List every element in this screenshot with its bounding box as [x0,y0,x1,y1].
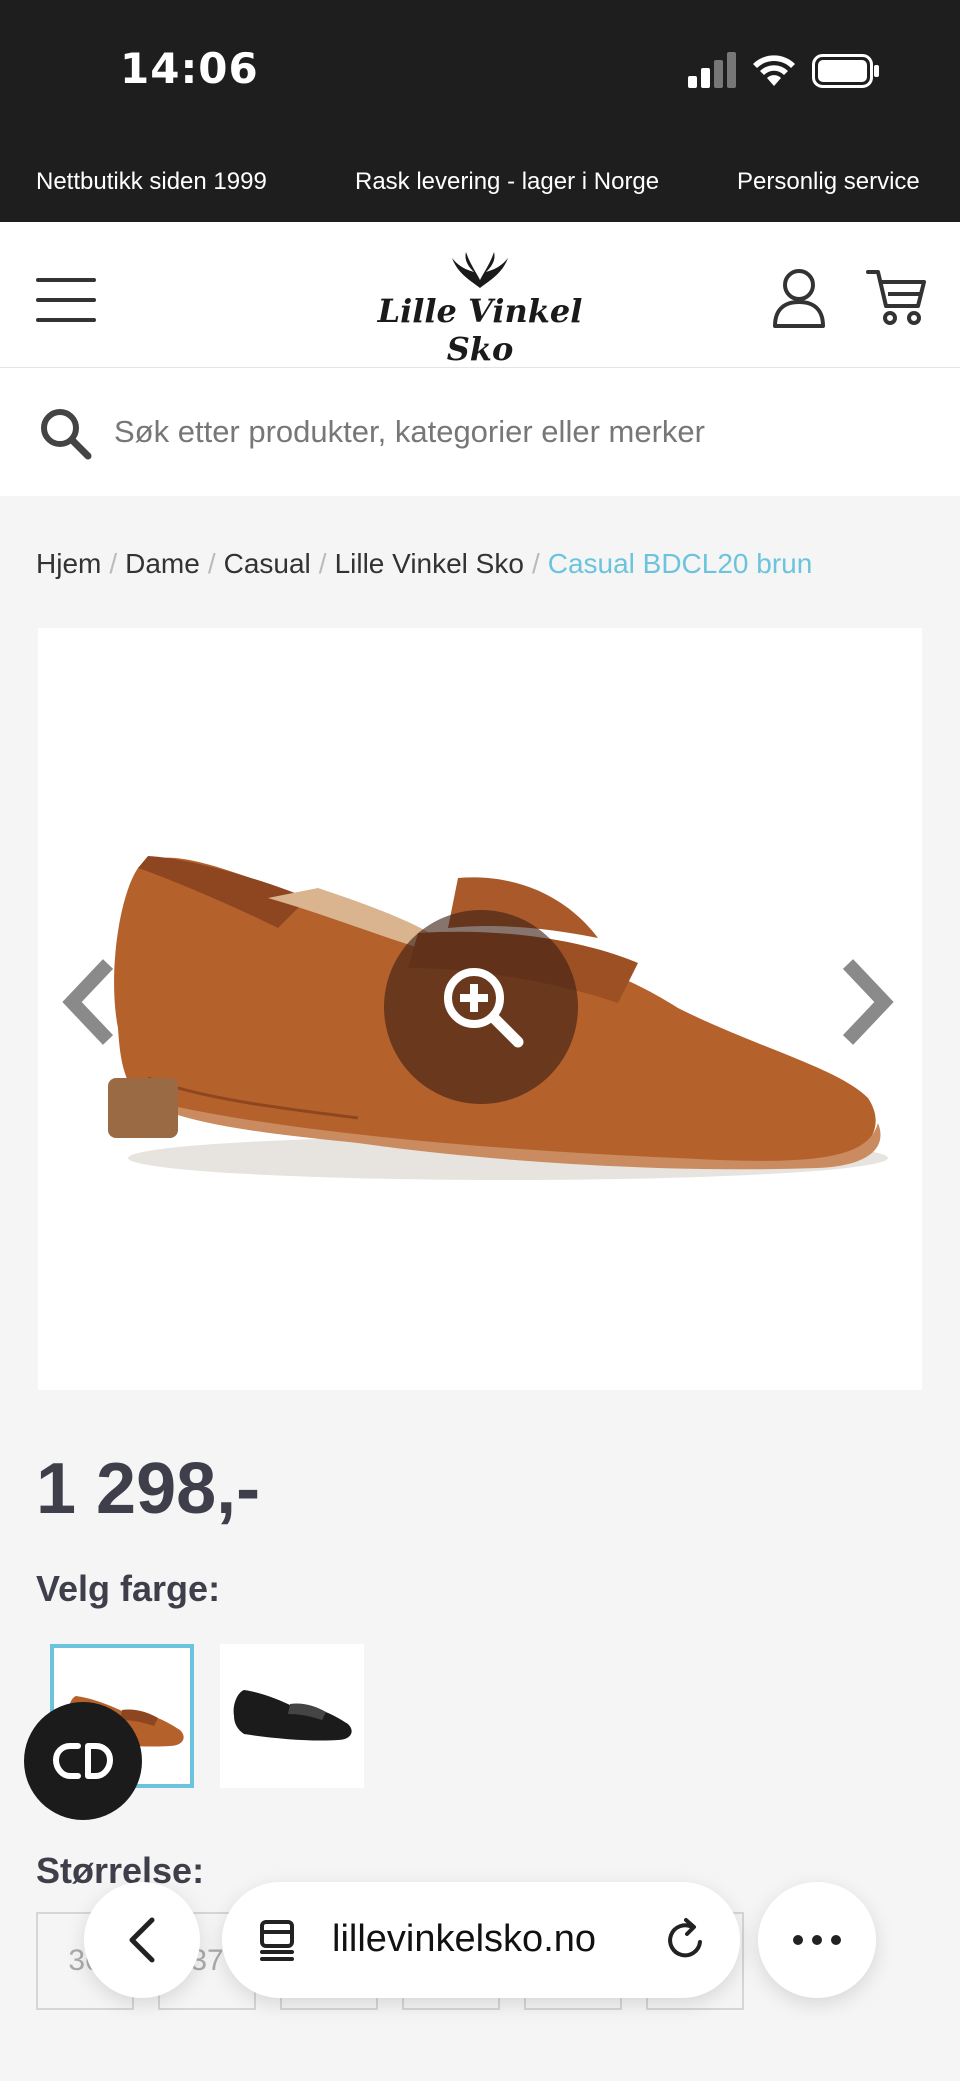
wifi-icon [753,55,795,86]
antler-logo-icon [452,252,508,288]
status-bar: 14:06 [0,0,960,140]
search-input[interactable] [114,402,934,462]
browser-back-button[interactable] [84,1882,200,1998]
color-label: Velg farge: [36,1568,221,1609]
promo-item: Rask levering - lager i Norge [355,168,660,195]
breadcrumb-link[interactable]: Casual [224,548,311,579]
reload-icon[interactable] [662,1916,710,1964]
address-bar[interactable]: lillevinkelsko.no [222,1882,740,1998]
back-icon [129,1917,155,1963]
breadcrumb-link[interactable]: Hjem [36,548,101,579]
site-logo[interactable]: Lille Vinkel Sko [350,250,610,368]
more-options-button[interactable] [758,1882,876,1998]
chat-button[interactable] [24,1702,142,1820]
search-bar [0,368,960,496]
cellular-signal-icon [688,52,736,88]
breadcrumb-link[interactable]: Lille Vinkel Sko [335,548,524,579]
product-price: 1 298,- [36,1449,261,1529]
arrow-right-icon[interactable] [836,958,896,1046]
logo-text: Lille Vinkel Sko [377,292,583,368]
cart-icon[interactable] [866,266,928,328]
menu-icon [36,278,96,282]
promo-item: Personlig service [737,168,920,195]
promo-item: Nettbutikk siden 1999 [36,168,267,195]
status-time: 14:06 [120,44,259,93]
battery-icon [812,54,879,88]
zoom-button[interactable] [384,910,578,1104]
black-loafer-thumbnail [233,1690,352,1741]
more-icon [793,1935,841,1945]
breadcrumb-link[interactable]: Dame [125,548,200,579]
arrow-left-icon[interactable] [60,958,120,1046]
color-swatch-black[interactable] [220,1644,364,1788]
menu-button[interactable] [36,278,96,322]
breadcrumb-current: Casual BDCL20 brun [547,548,813,579]
chat-icon [52,1743,113,1779]
breadcrumb: Hjem / Dame / Casual / Lille Vinkel Sko / Casual… [36,548,813,579]
search-icon[interactable] [38,406,92,460]
zoom-icon [444,968,524,1048]
url-text: lillevinkelsko.no [332,1918,597,1960]
tab-icon [260,1920,294,1961]
site-header: Lille Vinkel Sko [0,222,960,368]
promo-bar: Nettbutikk siden 1999 Rask levering - la… [0,140,960,222]
user-icon[interactable] [772,268,826,328]
